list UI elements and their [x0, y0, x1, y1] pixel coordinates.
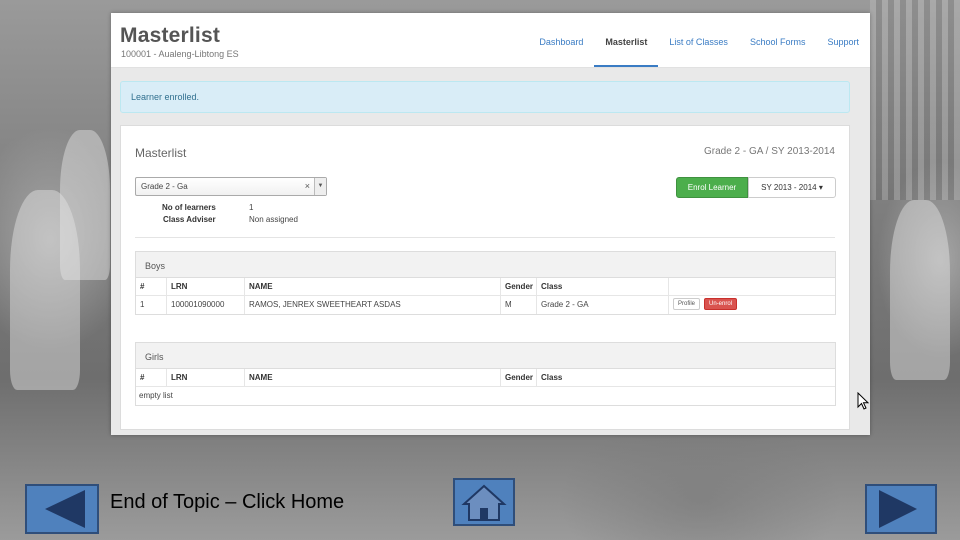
- success-alert: Learner enrolled.: [120, 81, 850, 113]
- triangle-left-icon: [45, 490, 85, 528]
- school-subtitle: 100001 - Aualeng-Libtong ES: [121, 49, 239, 59]
- col-lrn: LRN: [166, 278, 244, 296]
- mouse-cursor-icon: [857, 392, 870, 410]
- girls-heading: Girls: [136, 343, 835, 369]
- triangle-right-icon: [879, 490, 917, 528]
- table-row: 1 100001090000 RAMOS, JENREX SWEETHEART …: [136, 296, 835, 314]
- nav-masterlist[interactable]: Masterlist: [594, 13, 659, 67]
- girls-table: Girls # LRN NAME Gender Class empty list: [135, 342, 836, 406]
- browser-screenshot: Masterlist 100001 - Aualeng-Libtong ES D…: [111, 13, 870, 435]
- boys-table: Boys # LRN NAME Gender Class 1 100001090…: [135, 251, 836, 315]
- nav-support[interactable]: Support: [816, 13, 870, 67]
- class-select[interactable]: Grade 2 - Ga × ▼: [135, 177, 327, 196]
- col-number: #: [140, 282, 145, 291]
- row-number: 1: [140, 300, 145, 309]
- col-name: NAME: [244, 369, 500, 387]
- background-student-figure: [60, 130, 110, 280]
- background-window-blinds: [870, 0, 960, 200]
- nav-dashboard[interactable]: Dashboard: [528, 13, 594, 67]
- app-header: Masterlist 100001 - Aualeng-Libtong ES D…: [111, 13, 870, 68]
- nav-list-of-classes[interactable]: List of Classes: [658, 13, 739, 67]
- row-lrn: 100001090000: [166, 296, 244, 314]
- divider: [135, 237, 835, 238]
- unenrol-button[interactable]: Un-enrol: [704, 297, 738, 310]
- home-icon: [461, 484, 507, 521]
- table-header-row: # LRN NAME Gender Class: [136, 369, 835, 387]
- app-title: Masterlist: [120, 24, 221, 47]
- caret-down-icon: ▾: [818, 183, 823, 192]
- col-name: NAME: [244, 278, 500, 296]
- end-of-topic-text: End of Topic – Click Home: [110, 491, 345, 513]
- col-number: #: [140, 373, 145, 382]
- row-actions: Profile Un-enrol: [668, 296, 836, 314]
- school-year-label: SY 2013 - 2014: [761, 183, 817, 192]
- profile-button[interactable]: Profile: [673, 297, 701, 310]
- panel-title: Masterlist: [135, 146, 187, 160]
- chevron-down-icon[interactable]: ▼: [314, 178, 326, 195]
- main-nav: Dashboard Masterlist List of Classes Sch…: [528, 13, 870, 68]
- masterlist-panel: Masterlist Grade 2 - GA / SY 2013-2014 G…: [120, 125, 850, 430]
- nav-school-forms[interactable]: School Forms: [739, 13, 817, 67]
- col-gender: Gender: [500, 369, 536, 387]
- next-button[interactable]: [865, 484, 937, 534]
- back-button[interactable]: [25, 484, 99, 534]
- home-button[interactable]: [453, 478, 515, 526]
- class-adviser-value: Non assigned: [249, 215, 298, 224]
- row-name: RAMOS, JENREX SWEETHEART ASDAS: [244, 296, 500, 314]
- learner-count-value: 1: [249, 203, 254, 212]
- boys-heading: Boys: [136, 252, 835, 278]
- col-gender: Gender: [500, 278, 536, 296]
- empty-list-message: empty list: [139, 391, 173, 400]
- enrol-learner-button[interactable]: Enrol Learner: [676, 177, 748, 198]
- row-class: Grade 2 - GA: [536, 296, 668, 314]
- school-year-dropdown[interactable]: SY 2013 - 2014 ▾: [748, 177, 836, 198]
- clear-icon[interactable]: ×: [305, 178, 310, 195]
- background-student-figure: [890, 200, 950, 380]
- table-header-row: # LRN NAME Gender Class: [136, 278, 835, 296]
- col-class: Class: [536, 278, 668, 296]
- class-adviser-label: Class Adviser: [163, 215, 216, 224]
- class-context: Grade 2 - GA / SY 2013-2014: [703, 146, 835, 157]
- col-class: Class: [536, 369, 836, 387]
- class-select-value: Grade 2 - Ga: [141, 182, 188, 191]
- row-gender: M: [500, 296, 536, 314]
- col-actions: [668, 278, 836, 296]
- col-lrn: LRN: [166, 369, 244, 387]
- learner-count-label: No of learners: [162, 203, 216, 212]
